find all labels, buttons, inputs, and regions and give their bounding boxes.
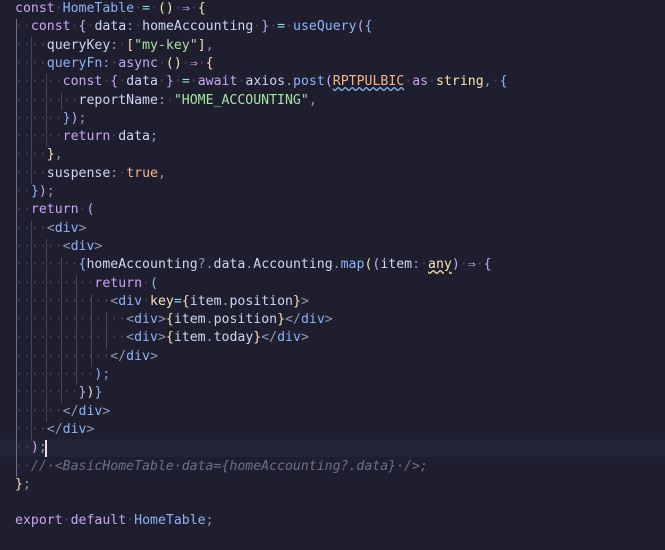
code-line-9[interactable]: ····}, [15,146,63,164]
code-line-20[interactable]: ············</div> [15,348,158,366]
code-line-26[interactable]: ··//·<BasicHomeTable·data={homeAccountin… [15,458,428,476]
code-line-16[interactable]: ··········return·( [15,275,158,293]
code-line-5[interactable]: ······const·{·data·}·=·await·axios.post(… [15,73,508,91]
code-line-24[interactable]: ····</div> [15,421,94,439]
code-line-1[interactable]: const·HomeTable·=·()·⇒·{ [15,0,206,18]
code-line-21[interactable]: ··········); [15,366,110,384]
current-line-highlight [0,439,665,458]
code-line-10[interactable]: ····suspense:·true, [15,165,166,183]
code-line-19[interactable]: ··············<div>{item.today}</div> [15,329,309,347]
code-line-4[interactable]: ····queryFn:·async·()·⇒·{ [15,55,214,73]
code-line-6[interactable]: ········reportName:·"HOME_ACCOUNTING", [15,92,317,110]
code-editor[interactable]: const·HomeTable·=·()·⇒·{ ··const·{·data:… [0,0,665,550]
code-line-23[interactable]: ······</div> [15,403,110,421]
code-line-12[interactable]: ··return·( [15,201,94,219]
code-line-17[interactable]: ············<div·key={item.position}> [15,293,309,311]
code-line-14[interactable]: ······<div> [15,238,102,256]
code-line-15[interactable]: ········{homeAccounting?.data.Accounting… [15,256,492,274]
code-line-8[interactable]: ······return·data; [15,128,158,146]
code-line-3[interactable]: ····queryKey:·["my-key"], [15,37,214,55]
code-line-18[interactable]: ··············<div>{item.position}</div> [15,311,333,329]
text-cursor [45,440,47,457]
code-line-27[interactable]: }; [15,476,31,494]
code-line-7[interactable]: ······}); [15,110,87,128]
code-line-25[interactable]: ··); [15,439,47,457]
code-line-29[interactable]: export·default·HomeTable; [15,512,214,530]
code-line-11[interactable]: ··}); [15,183,55,201]
code-line-13[interactable]: ····<div> [15,220,87,238]
code-line-22[interactable]: ········})} [15,384,102,402]
code-line-2[interactable]: ··const·{·data:·homeAccounting·}·=·useQu… [15,18,372,36]
